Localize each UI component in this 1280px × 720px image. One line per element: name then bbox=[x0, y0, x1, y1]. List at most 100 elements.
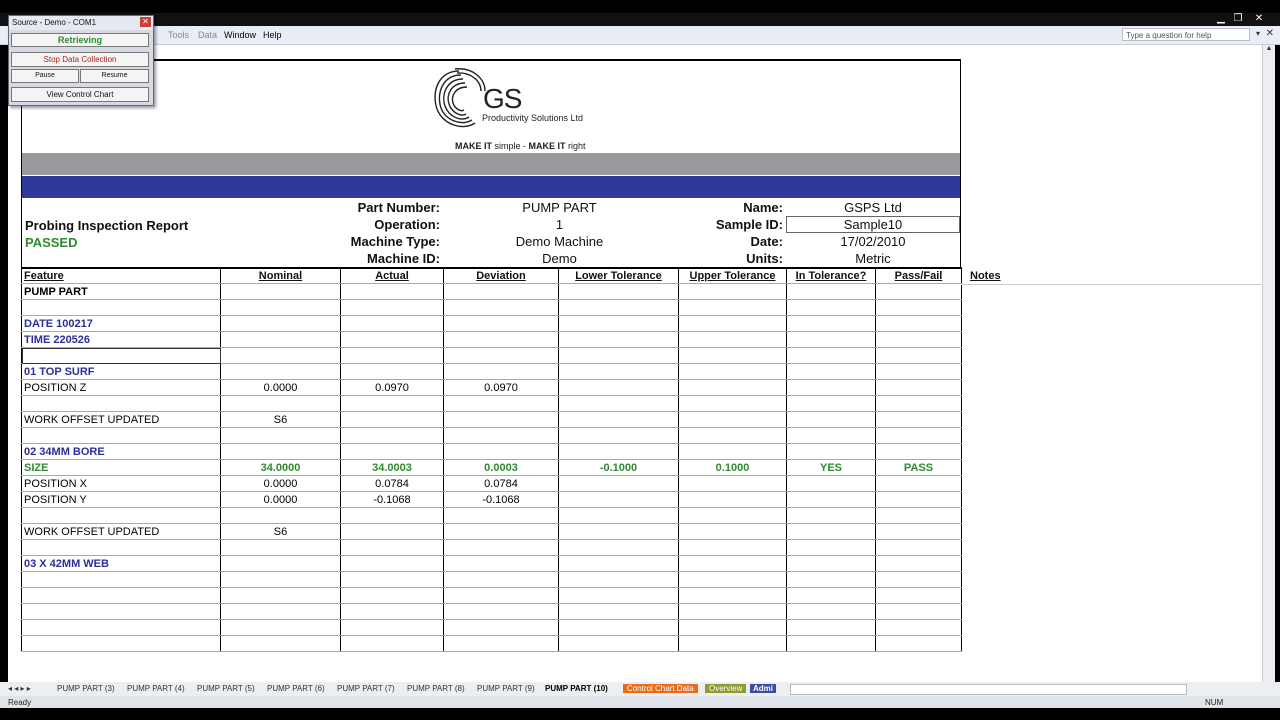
table-cell[interactable] bbox=[678, 331, 787, 348]
table-cell[interactable] bbox=[786, 587, 876, 604]
table-cell[interactable] bbox=[220, 603, 341, 620]
table-cell[interactable] bbox=[558, 523, 679, 540]
table-cell[interactable] bbox=[786, 539, 876, 556]
table-cell[interactable] bbox=[875, 395, 962, 412]
vertical-scrollbar[interactable]: ▲ bbox=[1262, 45, 1275, 682]
table-cell[interactable]: 01 TOP SURF bbox=[21, 363, 221, 380]
table-cell[interactable] bbox=[786, 507, 876, 524]
table-cell[interactable] bbox=[340, 411, 444, 428]
sheet-tab[interactable]: Admi bbox=[750, 684, 776, 693]
table-cell[interactable] bbox=[340, 619, 444, 636]
table-cell[interactable] bbox=[678, 379, 787, 396]
column-header[interactable]: In Tolerance? bbox=[786, 267, 876, 284]
table-cell[interactable]: SIZE bbox=[21, 459, 221, 476]
table-cell[interactable] bbox=[678, 635, 787, 652]
table-cell[interactable] bbox=[340, 395, 444, 412]
table-cell[interactable] bbox=[558, 539, 679, 556]
worksheet[interactable]: GS Productivity Solutions Ltd MAKE IT si… bbox=[8, 45, 1262, 682]
column-header[interactable]: Deviation bbox=[443, 267, 559, 284]
table-cell[interactable] bbox=[875, 443, 962, 460]
column-header[interactable]: Feature bbox=[21, 267, 221, 284]
table-cell[interactable] bbox=[875, 539, 962, 556]
table-cell[interactable] bbox=[875, 331, 962, 348]
table-cell[interactable] bbox=[340, 443, 444, 460]
table-cell[interactable] bbox=[443, 283, 559, 300]
table-cell[interactable] bbox=[786, 619, 876, 636]
menu-tools[interactable]: Tools bbox=[168, 30, 189, 40]
table-cell[interactable] bbox=[220, 427, 341, 444]
table-cell[interactable] bbox=[443, 619, 559, 636]
table-cell[interactable] bbox=[786, 331, 876, 348]
table-cell[interactable] bbox=[678, 411, 787, 428]
table-cell[interactable] bbox=[558, 427, 679, 444]
table-cell[interactable] bbox=[443, 427, 559, 444]
column-header[interactable]: Upper Tolerance bbox=[678, 267, 787, 284]
table-cell[interactable] bbox=[220, 363, 341, 380]
table-cell[interactable] bbox=[786, 283, 876, 300]
table-cell[interactable] bbox=[21, 347, 221, 364]
minimize-button[interactable]: ▁ bbox=[1214, 13, 1228, 24]
machine-type-value[interactable]: Demo Machine bbox=[472, 234, 647, 249]
table-cell[interactable] bbox=[875, 491, 962, 508]
table-cell[interactable] bbox=[443, 443, 559, 460]
sheet-nav-arrows[interactable]: ◂ ◂ ▸ ▸ bbox=[8, 684, 31, 693]
table-cell[interactable] bbox=[340, 299, 444, 316]
table-cell[interactable] bbox=[558, 555, 679, 572]
machine-id-value[interactable]: Demo bbox=[472, 251, 647, 266]
table-cell[interactable] bbox=[220, 571, 341, 588]
table-cell[interactable] bbox=[443, 555, 559, 572]
table-cell[interactable] bbox=[678, 587, 787, 604]
table-cell[interactable] bbox=[678, 523, 787, 540]
table-cell[interactable]: PUMP PART bbox=[21, 283, 221, 300]
table-cell[interactable]: 0.0000 bbox=[220, 379, 341, 396]
table-cell[interactable] bbox=[678, 315, 787, 332]
close-icon[interactable]: ✕ bbox=[1266, 28, 1274, 39]
table-cell[interactable] bbox=[558, 571, 679, 588]
table-cell[interactable]: POSITION Y bbox=[21, 491, 221, 508]
table-cell[interactable] bbox=[443, 523, 559, 540]
table-cell[interactable]: 02 34MM BORE bbox=[21, 443, 221, 460]
scroll-up-icon[interactable]: ▲ bbox=[1263, 45, 1275, 52]
table-cell[interactable] bbox=[786, 299, 876, 316]
table-cell[interactable] bbox=[220, 299, 341, 316]
table-cell[interactable] bbox=[21, 603, 221, 620]
table-cell[interactable] bbox=[21, 427, 221, 444]
table-cell[interactable] bbox=[558, 331, 679, 348]
table-cell[interactable] bbox=[340, 331, 444, 348]
table-cell[interactable]: -0.1068 bbox=[443, 491, 559, 508]
table-cell[interactable] bbox=[875, 507, 962, 524]
table-cell[interactable]: 0.0784 bbox=[340, 475, 444, 492]
table-cell[interactable] bbox=[786, 603, 876, 620]
column-header[interactable]: Nominal bbox=[220, 267, 341, 284]
table-cell[interactable] bbox=[875, 603, 962, 620]
table-cell[interactable] bbox=[875, 379, 962, 396]
name-value[interactable]: GSPS Ltd bbox=[787, 200, 959, 215]
table-cell[interactable]: TIME 220526 bbox=[21, 331, 221, 348]
table-cell[interactable] bbox=[220, 539, 341, 556]
table-cell[interactable] bbox=[875, 555, 962, 572]
table-cell[interactable] bbox=[220, 395, 341, 412]
table-cell[interactable] bbox=[678, 555, 787, 572]
sheet-tab[interactable]: PUMP PART (8) bbox=[407, 684, 465, 693]
table-cell[interactable] bbox=[220, 619, 341, 636]
table-cell[interactable] bbox=[678, 571, 787, 588]
column-header[interactable]: Actual bbox=[340, 267, 444, 284]
table-cell[interactable] bbox=[443, 603, 559, 620]
table-cell[interactable] bbox=[875, 571, 962, 588]
table-cell[interactable] bbox=[21, 507, 221, 524]
table-cell[interactable] bbox=[443, 347, 559, 364]
table-cell[interactable] bbox=[678, 427, 787, 444]
table-cell[interactable] bbox=[558, 507, 679, 524]
table-cell[interactable] bbox=[340, 539, 444, 556]
date-value[interactable]: 17/02/2010 bbox=[787, 234, 959, 249]
table-cell[interactable] bbox=[340, 283, 444, 300]
table-cell[interactable] bbox=[443, 411, 559, 428]
sheet-tab[interactable]: PUMP PART (3) bbox=[57, 684, 115, 693]
table-cell[interactable] bbox=[875, 475, 962, 492]
restore-button[interactable]: ❐ bbox=[1231, 13, 1245, 24]
table-cell[interactable] bbox=[786, 443, 876, 460]
table-cell[interactable] bbox=[678, 347, 787, 364]
table-cell[interactable] bbox=[786, 475, 876, 492]
sheet-tab[interactable]: PUMP PART (10) bbox=[545, 684, 608, 693]
table-cell[interactable] bbox=[443, 331, 559, 348]
